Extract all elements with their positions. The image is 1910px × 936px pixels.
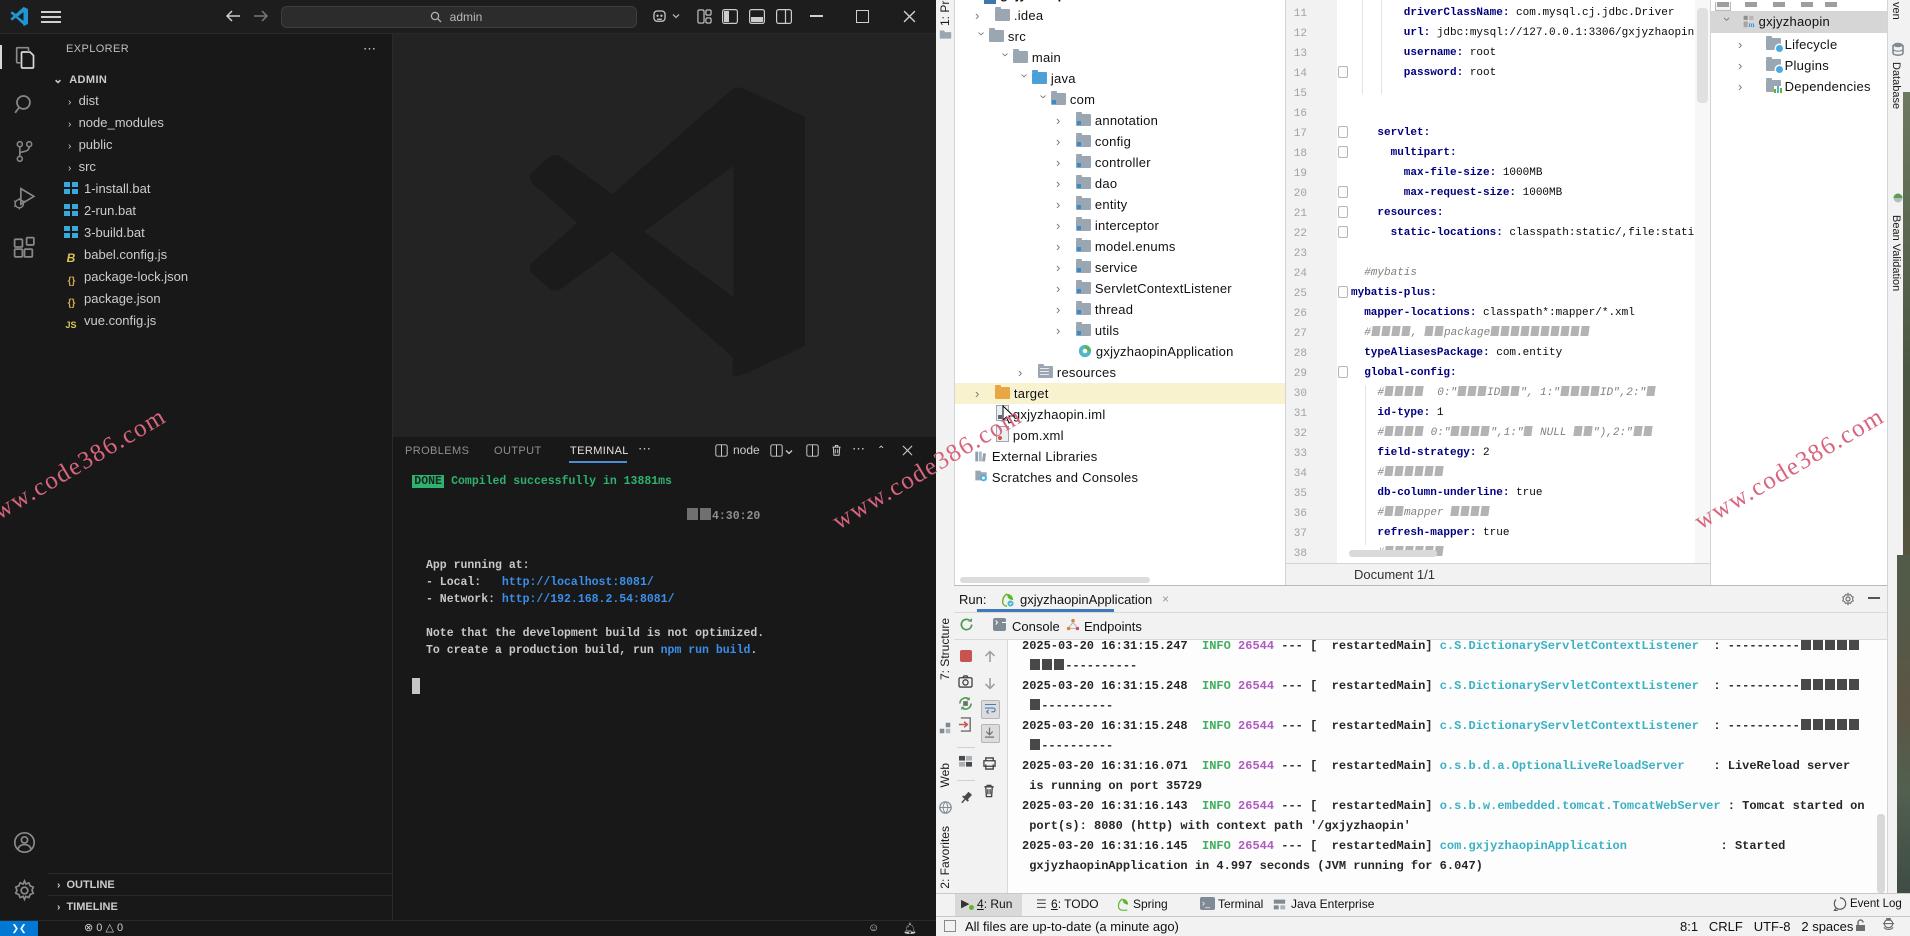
svg-text:m: m	[1748, 20, 1754, 28]
